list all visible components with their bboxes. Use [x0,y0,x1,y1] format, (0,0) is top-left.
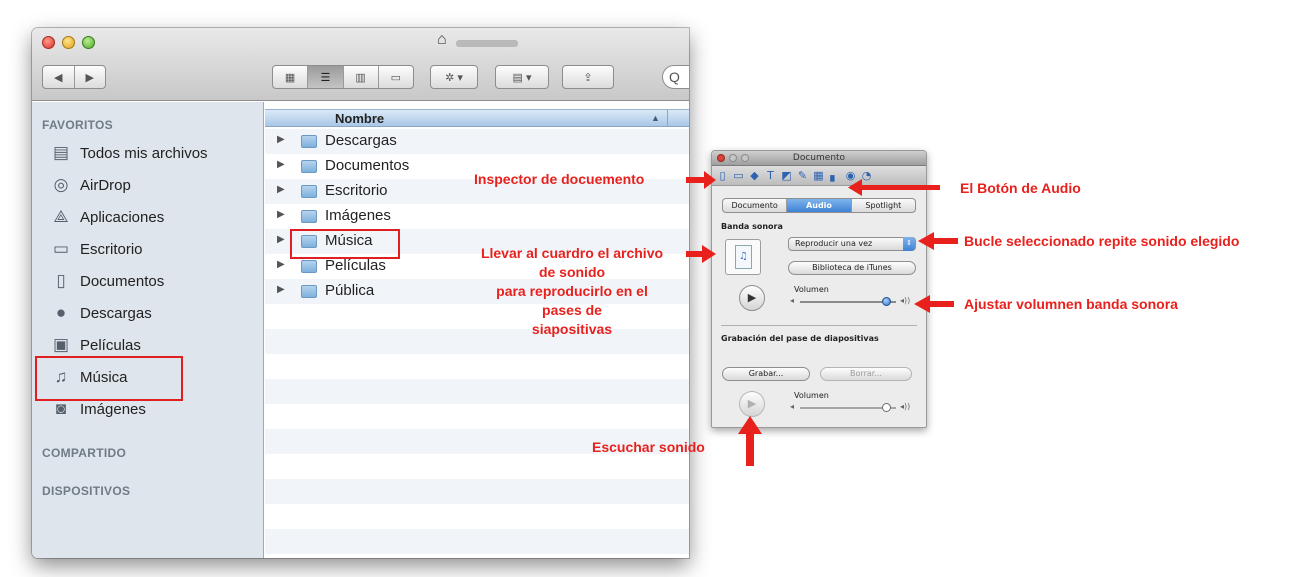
arrow-to-audio-tab [848,179,940,196]
arrow-to-volume-slider [914,295,954,313]
annotation-arrows [686,171,958,466]
arrow-to-inspector-icon [686,171,716,189]
arrow-to-play-button [738,416,762,466]
arrow-to-drop-well [686,245,716,263]
arrow-to-repeat-popup [918,232,958,250]
